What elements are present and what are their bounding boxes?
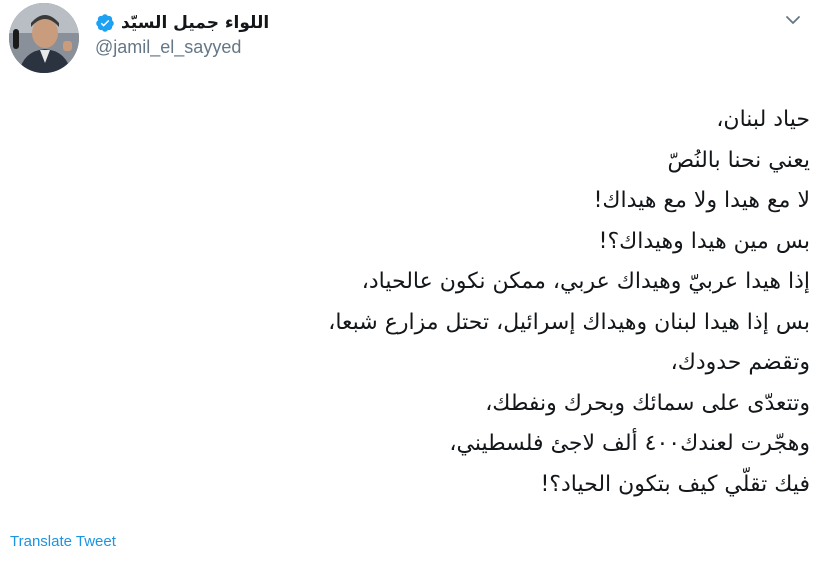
tweet-text-line: بس إذا هيدا لبنان وهيداك إسرائيل، تحتل م… [328, 309, 810, 335]
tweet-text-line: حياد لبنان، [716, 107, 810, 132]
tweet-text-line: لا مع هيدا ولا مع هيداك! [593, 188, 810, 213]
author-handle[interactable]: @jamil_el_sayyed [95, 37, 269, 58]
tweet-text: حياد لبنان، يعني نحنا بالنُصّ لا مع هيدا… [30, 100, 810, 505]
tweet-text-line: وتتعدّى على سمائك وبحرك ونفطك، [485, 390, 810, 416]
author-block: اللواء جميل السيّد @jamil_el_sayyed [95, 10, 269, 58]
verified-badge-icon [95, 13, 115, 33]
tweet-card: اللواء جميل السيّد @jamil_el_sayyed حياد… [0, 0, 820, 562]
avatar[interactable] [9, 3, 79, 73]
chevron-down-icon[interactable] [783, 10, 803, 30]
tweet-text-line: بس مين هيدا وهيداك؟! [598, 228, 810, 254]
tweet-text-line: يعني نحنا بالنُصّ [667, 147, 810, 173]
author-display-name: اللواء جميل السيّد [121, 13, 270, 33]
tweet-text-line: فيك تقلّي كيف بتكون الحياد؟! [540, 471, 810, 497]
author-name-row[interactable]: اللواء جميل السيّد [95, 10, 269, 36]
tweet-text-line: وهجّرت لعندك٤٠٠ ألف لاجئ فلسطيني، [449, 431, 810, 456]
tweet-text-line: إذا هيدا عربيّ وهيداك عربي، ممكن نكون عا… [361, 269, 810, 294]
translate-tweet-link[interactable]: Translate Tweet [10, 533, 116, 550]
tweet-text-line: وتقضم حدودك، [670, 350, 810, 375]
